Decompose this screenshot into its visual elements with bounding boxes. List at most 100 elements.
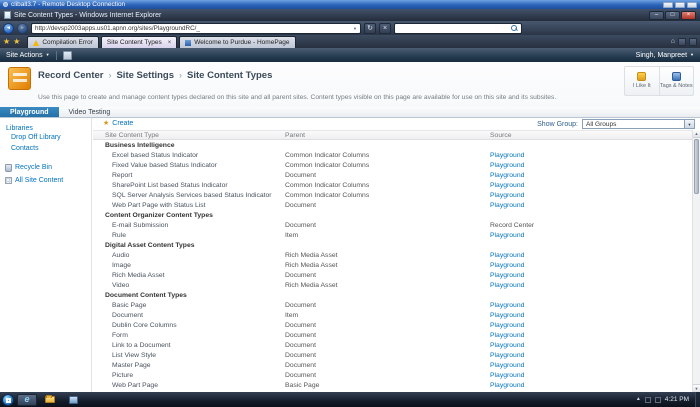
taskbar-internet-explorer-button[interactable]: e	[17, 393, 37, 406]
home-icon[interactable]: ⌂	[671, 38, 675, 45]
parent-cell: Common Indicator Columns	[285, 161, 370, 169]
source-cell[interactable]: Playground	[490, 182, 692, 189]
content-type-name-link[interactable]: Audio	[105, 252, 285, 259]
minimize-button[interactable]: –	[649, 10, 664, 20]
content-type-name-link[interactable]: Picture	[105, 372, 285, 379]
back-button[interactable]: ◄	[3, 22, 14, 34]
source-cell[interactable]: Playground	[490, 362, 692, 369]
source-cell[interactable]: Playground	[490, 172, 692, 179]
source-cell[interactable]: Playground	[490, 352, 692, 359]
maximize-button[interactable]: □	[665, 10, 680, 20]
source-cell[interactable]: Playground	[490, 302, 692, 309]
content-type-name-link[interactable]: Excel based Status Indicator	[105, 152, 285, 159]
content-type-name-link[interactable]: Rich Media Asset	[105, 272, 285, 279]
favorites-star-icon[interactable]: ★	[3, 37, 10, 46]
source-cell[interactable]: Playground	[490, 202, 692, 209]
breadcrumb-section-link[interactable]: Site Settings	[116, 70, 174, 81]
taskbar-clock[interactable]: 4:21 PM	[665, 396, 689, 403]
content-type-name-link[interactable]: Report	[105, 172, 285, 179]
app-window-icon	[68, 395, 78, 404]
source-cell[interactable]: Playground	[490, 382, 692, 389]
source-cell[interactable]: Playground	[490, 322, 692, 329]
tab-close-icon[interactable]: ×	[168, 40, 172, 46]
scroll-down-icon[interactable]: ▼	[693, 384, 700, 392]
add-favorite-icon[interactable]: ★	[13, 37, 20, 46]
content-type-name-link[interactable]: Video	[105, 282, 285, 289]
create-button[interactable]: ★ Create	[103, 120, 133, 127]
network-icon[interactable]	[644, 396, 651, 403]
content-type-name-link[interactable]: Image	[105, 262, 285, 269]
source-cell[interactable]: Playground	[490, 342, 692, 349]
site-actions-menu[interactable]: Site Actions ▼	[6, 52, 50, 59]
source-cell[interactable]: Playground	[490, 192, 692, 199]
rdp-close-button[interactable]	[687, 1, 697, 8]
vertical-scrollbar[interactable]: ▲ ▼	[692, 130, 700, 392]
rdp-minimize-button[interactable]	[663, 1, 673, 8]
show-group-select[interactable]: All Groups ▼	[582, 119, 695, 129]
browse-page-icon[interactable]	[62, 50, 72, 60]
source-cell[interactable]: Playground	[490, 262, 692, 269]
page-menu-icon[interactable]	[678, 37, 686, 46]
source-cell[interactable]: Playground	[490, 282, 692, 289]
content-type-name-link[interactable]: Web Part Page with Status List	[105, 202, 285, 209]
search-icon[interactable]	[510, 24, 518, 32]
source-cell[interactable]: Playground	[490, 272, 692, 279]
close-button[interactable]: ×	[681, 10, 696, 20]
tab-video-testing[interactable]: Video Testing	[59, 107, 121, 117]
tab-playground[interactable]: Playground	[0, 107, 59, 117]
rdp-restore-button[interactable]	[675, 1, 685, 8]
sidebar-item-drop-off-library[interactable]: Drop Off Library	[0, 132, 91, 143]
show-desktop-button[interactable]	[695, 392, 700, 407]
breadcrumb-site-link[interactable]: Record Center	[38, 70, 103, 81]
content-type-name-link[interactable]: Form	[105, 332, 285, 339]
sidebar-item-contacts[interactable]: Contacts	[0, 143, 91, 154]
content-type-name-link[interactable]: E-mail Submission	[105, 222, 285, 229]
content-type-row: SharePoint List based Status Indicator Co…	[93, 180, 692, 190]
tags-and-notes-button[interactable]: Tags & Notes	[660, 67, 694, 95]
select-dropdown-icon[interactable]: ▼	[684, 120, 694, 128]
content-type-row: Document Item Playground	[93, 310, 692, 320]
sidebar-item-recycle-bin[interactable]: Recycle Bin	[0, 161, 91, 174]
source-cell[interactable]: Playground	[490, 332, 692, 339]
content-type-name-link[interactable]: Basic Page	[105, 302, 285, 309]
source-cell[interactable]: Playground	[490, 152, 692, 159]
address-bar-input[interactable]: http://devsp2003apps.us01.apnn.org/sites…	[31, 22, 361, 34]
source-cell[interactable]: Playground	[490, 252, 692, 259]
stop-button[interactable]: ×	[379, 22, 391, 34]
sidebar-item-all-site-content[interactable]: All Site Content	[0, 174, 91, 186]
user-menu[interactable]: Singh, Manpreet ▼	[636, 52, 694, 59]
scroll-up-icon[interactable]: ▲	[693, 130, 700, 138]
tray-show-hidden-icons[interactable]: ▲	[636, 397, 641, 402]
forward-button[interactable]: ►	[17, 22, 28, 34]
source-cell[interactable]: Playground	[490, 232, 692, 239]
search-input[interactable]	[394, 22, 522, 34]
parent-cell: Item	[285, 231, 299, 239]
taskbar-explorer-button[interactable]	[40, 394, 60, 406]
content-type-name-link[interactable]: SQL Server Analysis Services based Statu…	[105, 192, 285, 199]
browser-tab-purdue-homepage[interactable]: Welcome to Purdue - HomePage	[179, 36, 296, 48]
content-type-name-link[interactable]: Fixed Value based Status Indicator	[105, 162, 285, 169]
content-type-name-link[interactable]: Master Page	[105, 362, 285, 369]
i-like-it-button[interactable]: I Like It	[625, 67, 659, 95]
content-type-name-link[interactable]: Rule	[105, 232, 285, 239]
parent-cell: Rich Media Asset	[285, 251, 338, 259]
content-type-name-link[interactable]: Link to a Document	[105, 342, 285, 349]
scrollbar-thumb[interactable]	[694, 139, 699, 194]
content-type-name-link[interactable]: List View Style	[105, 352, 285, 359]
browser-tab-site-content-types[interactable]: Site Content Types ×	[100, 36, 178, 48]
pin-icon[interactable]	[3, 2, 8, 7]
tools-menu-icon[interactable]	[689, 37, 697, 46]
content-type-name-link[interactable]: Dublin Core Columns	[105, 322, 285, 329]
refresh-button[interactable]: ↻	[364, 22, 376, 34]
taskbar-app-button[interactable]	[63, 394, 83, 406]
browser-tab-compilation-error[interactable]: Compilation Error	[27, 36, 99, 48]
content-type-name-link[interactable]: Web Part Page	[105, 382, 285, 389]
source-cell[interactable]: Playground	[490, 312, 692, 319]
content-type-name-link[interactable]: Document	[105, 312, 285, 319]
content-type-name-link[interactable]: SharePoint List based Status Indicator	[105, 182, 285, 189]
address-dropdown-icon[interactable]: ▼	[353, 26, 357, 31]
source-cell[interactable]: Playground	[490, 372, 692, 379]
volume-icon[interactable]	[654, 396, 661, 403]
start-button[interactable]	[2, 393, 14, 406]
source-cell[interactable]: Playground	[490, 162, 692, 169]
